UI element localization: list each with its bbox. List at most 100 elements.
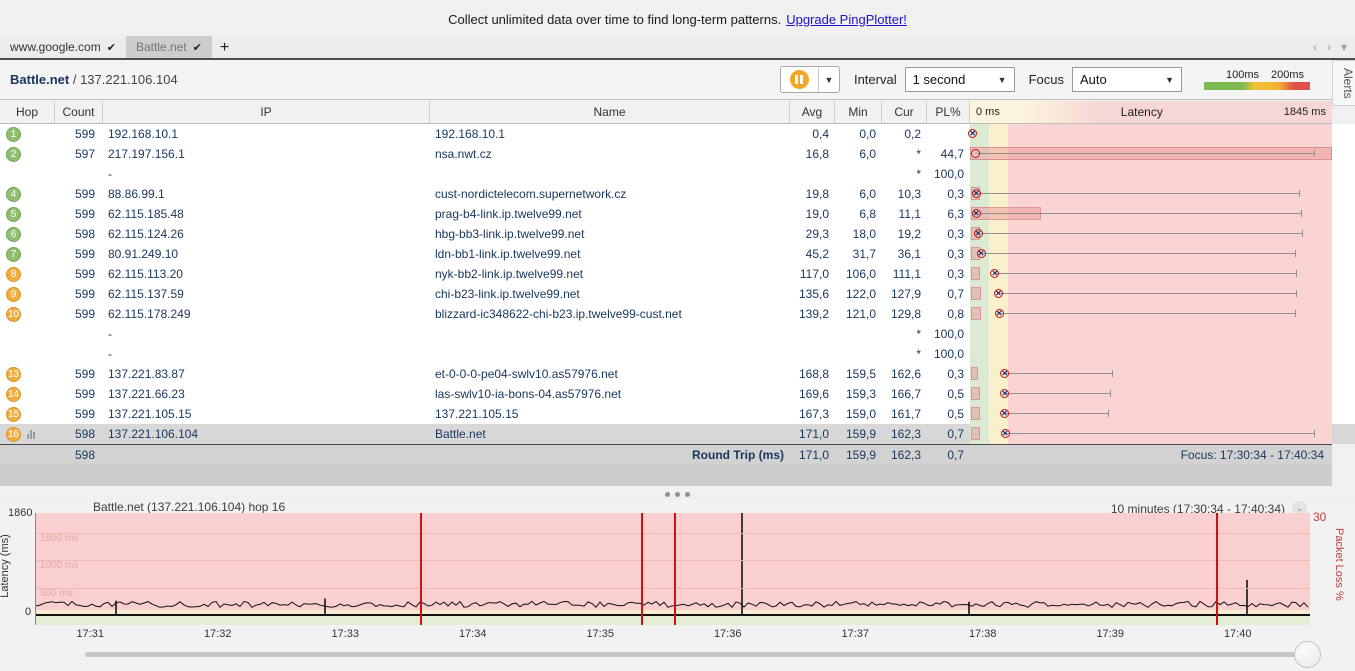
table-row[interactable]: 15 599 137.221.105.15 137.221.105.15 167…	[0, 404, 1355, 424]
focus-label: Focus	[1029, 72, 1064, 87]
avg-cell: 169,6	[790, 384, 835, 404]
table-bottom-spacer	[0, 465, 1332, 486]
header-ip[interactable]: IP	[103, 101, 430, 123]
cur-cell: 36,1	[882, 244, 927, 264]
time-tick-label: 17:37	[841, 628, 869, 640]
avg-cell	[790, 164, 835, 184]
focus-select[interactable]: Auto ▼	[1072, 67, 1182, 92]
tab-scroll-left-icon[interactable]: ‹	[1313, 40, 1317, 54]
header-name[interactable]: Name	[430, 101, 790, 123]
ip-cell: 137.221.83.87	[103, 364, 430, 384]
upgrade-link[interactable]: Upgrade PingPlotter!	[786, 12, 907, 27]
latency-legend: 100ms 200ms	[1204, 69, 1310, 90]
tab-menu-icon[interactable]: ▾	[1341, 40, 1347, 54]
table-row[interactable]: - * 100,0	[0, 164, 1355, 184]
latency-graph-cell	[970, 344, 1332, 364]
table-row[interactable]: 16 598 137.221.106.104 Battle.net 171,0 …	[0, 424, 1355, 444]
min-cell: 6,8	[835, 204, 882, 224]
new-tab-button[interactable]: +	[212, 38, 237, 58]
latency-legend-gradient	[1204, 82, 1310, 90]
pl-cell: 100,0	[927, 324, 970, 344]
alerts-side-tab[interactable]: Alerts	[1332, 60, 1355, 106]
interval-select[interactable]: 1 second ▼	[905, 67, 1015, 92]
cur-cell: 161,7	[882, 404, 927, 424]
avg-cell	[790, 344, 835, 364]
tab-scroll-right-icon[interactable]: ›	[1327, 40, 1331, 54]
name-cell: chi-b23-link.ip.twelve99.net	[430, 284, 790, 304]
table-row[interactable]: 4 599 88.86.99.1 cust-nordictelecom.supe…	[0, 184, 1355, 204]
latency-graph-cell	[970, 164, 1332, 184]
pl-cell	[927, 124, 970, 144]
latency-graph-cell: ✕	[970, 184, 1332, 204]
ip-cell: 137.221.105.15	[103, 404, 430, 424]
round-trip-label: Round Trip (ms)	[430, 445, 790, 465]
table-row[interactable]: 6 598 62.115.124.26 hbg-bb3-link.ip.twel…	[0, 224, 1355, 244]
cur-cell: *	[882, 344, 927, 364]
hop-badge: 14	[6, 387, 21, 402]
latency-scale-max: 1845 ms	[1284, 106, 1326, 118]
table-row[interactable]: 8 599 62.115.113.20 nyk-bb2-link.ip.twel…	[0, 264, 1355, 284]
tab-battle-net[interactable]: Battle.net ✔	[126, 36, 212, 58]
header-hop[interactable]: Hop	[0, 101, 55, 123]
time-tick-label: 17:34	[459, 628, 487, 640]
min-cell: 18,0	[835, 224, 882, 244]
gridline-label: 500 ms	[40, 588, 73, 599]
table-row[interactable]: 2 597 217.197.156.1 nsa.nwt.cz 16,8 6,0 …	[0, 144, 1355, 164]
name-cell: blizzard-ic348622-chi-b23.ip.twelve99-cu…	[430, 304, 790, 324]
hop-badge: 8	[6, 267, 21, 282]
timeline-scrollbar-thumb[interactable]	[1294, 641, 1321, 668]
latency-graph-cell	[970, 324, 1332, 344]
pause-dropdown-caret[interactable]: ▼	[819, 67, 839, 92]
round-trip-avg: 171,0	[790, 445, 835, 465]
pl-cell: 100,0	[927, 164, 970, 184]
trace-table-body: 1 599 192.168.10.1 192.168.10.1 0,4 0,0 …	[0, 124, 1355, 444]
timeline-plot-area[interactable]: 1500 ms1000 ms500 ms	[35, 513, 1310, 625]
header-pl[interactable]: PL%	[927, 101, 970, 123]
cur-cell: *	[882, 324, 927, 344]
hop-badge: 2	[6, 147, 21, 162]
name-cell: prag-b4-link.ip.twelve99.net	[430, 204, 790, 224]
table-row[interactable]: 13 599 137.221.83.87 et-0-0-0-pe04-swlv1…	[0, 364, 1355, 384]
tab-www-google-com[interactable]: www.google.com ✔	[0, 36, 126, 58]
time-tick-label: 17:38	[969, 628, 997, 640]
hop-badge: 4	[6, 187, 21, 202]
ip-cell: 62.115.178.249	[103, 304, 430, 324]
avg-cell: 168,8	[790, 364, 835, 384]
latency-graph-cell	[970, 144, 1332, 164]
table-row[interactable]: 7 599 80.91.249.10 ldn-bb1-link.ip.twelv…	[0, 244, 1355, 264]
avg-cell: 19,0	[790, 204, 835, 224]
pl-cell: 6,3	[927, 204, 970, 224]
cur-cell: *	[882, 144, 927, 164]
header-count[interactable]: Count	[55, 101, 103, 123]
avg-cell: 139,2	[790, 304, 835, 324]
packet-loss-event-line	[674, 513, 676, 625]
min-cell: 0,0	[835, 124, 882, 144]
time-tick-label: 17:32	[204, 628, 232, 640]
table-row[interactable]: 1 599 192.168.10.1 192.168.10.1 0,4 0,0 …	[0, 124, 1355, 144]
table-row[interactable]: 14 599 137.221.66.23 las-swlv10-ia-bons-…	[0, 384, 1355, 404]
pl-cell: 0,8	[927, 304, 970, 324]
pause-icon	[790, 70, 809, 89]
min-cell: 121,0	[835, 304, 882, 324]
header-min[interactable]: Min	[835, 101, 882, 123]
header-avg[interactable]: Avg	[790, 101, 835, 123]
timeline-scrollbar-track[interactable]	[85, 652, 1310, 657]
table-row[interactable]: 10 599 62.115.178.249 blizzard-ic348622-…	[0, 304, 1355, 324]
count-cell: 598	[55, 224, 103, 244]
name-cell: nsa.nwt.cz	[430, 144, 790, 164]
hop-badge: 16	[6, 427, 21, 442]
header-cur[interactable]: Cur	[882, 101, 927, 123]
name-cell	[430, 344, 790, 364]
cur-cell: 19,2	[882, 224, 927, 244]
count-cell: 599	[55, 204, 103, 224]
min-cell	[835, 344, 882, 364]
table-row[interactable]: 5 599 62.115.185.48 prag-b4-link.ip.twel…	[0, 204, 1355, 224]
pause-button[interactable]	[781, 67, 819, 92]
name-cell: ldn-bb1-link.ip.twelve99.net	[430, 244, 790, 264]
ip-cell: 62.115.124.26	[103, 224, 430, 244]
table-row[interactable]: 9 599 62.115.137.59 chi-b23-link.ip.twel…	[0, 284, 1355, 304]
table-row[interactable]: - * 100,0	[0, 344, 1355, 364]
check-icon: ✔	[193, 41, 202, 54]
ip-cell: 62.115.113.20	[103, 264, 430, 284]
table-row[interactable]: - * 100,0	[0, 324, 1355, 344]
